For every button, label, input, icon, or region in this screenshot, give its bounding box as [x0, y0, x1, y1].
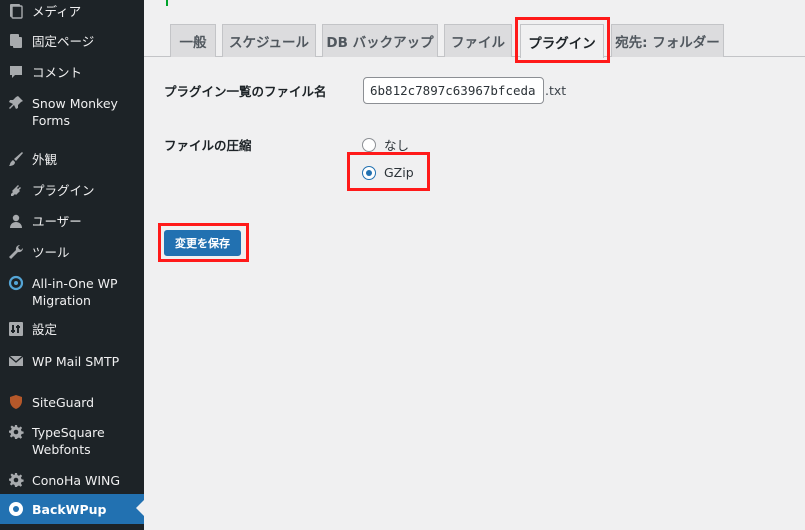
- tab-plugins[interactable]: プラグイン: [520, 24, 604, 58]
- sidebar-item-label: Snow Monkey Forms: [32, 96, 118, 128]
- settings-icon: [7, 320, 25, 338]
- compression-option-none[interactable]: なし: [362, 135, 409, 154]
- sidebar-item-label: 設定: [32, 322, 58, 337]
- sidebar-item-snow-monkey-forms[interactable]: Snow Monkey Forms: [0, 94, 144, 130]
- filename-suffix: .txt: [545, 83, 567, 98]
- tab-general[interactable]: 一般: [170, 24, 216, 57]
- sidebar-item-label: BackWPup: [32, 502, 107, 517]
- migration-icon: [7, 274, 25, 292]
- main-content: 一般 スケジュール DB バックアップ ファイル プラグイン 宛先: フォルダー…: [144, 0, 805, 530]
- media-icon: [7, 2, 25, 20]
- sidebar-item-typesquare-webfonts[interactable]: TypeSquare Webfonts: [0, 423, 144, 459]
- sidebar-item-plugins[interactable]: プラグイン: [0, 181, 144, 201]
- mail-icon: [7, 352, 25, 370]
- tab-schedule[interactable]: スケジュール: [222, 24, 316, 57]
- sidebar-item-label: All-in-One WP Migration: [32, 276, 118, 308]
- sidebar-item-label: ツール: [32, 245, 70, 260]
- radio-none[interactable]: [362, 137, 376, 152]
- sidebar-item-label: 外観: [32, 152, 58, 167]
- pin-icon: [7, 94, 25, 112]
- sidebar-item-settings[interactable]: 設定: [0, 320, 144, 340]
- compression-label: ファイルの圧縮: [164, 138, 252, 153]
- sidebar-item-comments[interactable]: コメント: [0, 63, 144, 83]
- sidebar-item-all-in-one-wp-migration[interactable]: All-in-One WP Migration: [0, 274, 144, 310]
- user-icon: [7, 212, 25, 230]
- sidebar-item-label: ConoHa WING: [32, 473, 121, 488]
- sidebar-item-label: ユーザー: [32, 214, 82, 229]
- radio-none-label: なし: [384, 138, 410, 153]
- save-changes-button[interactable]: 変更を保存: [164, 230, 241, 256]
- backwpup-icon: [7, 500, 25, 518]
- gear-icon: [7, 471, 25, 489]
- sidebar-item-backwpup[interactable]: BackWPup: [0, 494, 144, 524]
- filename-label: プラグイン一覧のファイル名: [164, 84, 327, 99]
- compression-option-gzip[interactable]: GZip: [362, 165, 414, 180]
- admin-sidebar: メディア 固定ページ コメント Snow Monkey Forms 外観 プラグ…: [0, 0, 144, 530]
- sidebar-item-wp-mail-smtp[interactable]: WP Mail SMTP: [0, 352, 144, 372]
- plugin-icon: [7, 181, 25, 199]
- wrench-icon: [7, 243, 25, 261]
- tab-files[interactable]: ファイル: [444, 24, 512, 57]
- filename-input[interactable]: 6b812c7897c63967bfceda: [363, 77, 544, 104]
- sidebar-item-label: WP Mail SMTP: [32, 354, 120, 369]
- sidebar-item-label: 固定ページ: [32, 34, 95, 49]
- sidebar-item-tools[interactable]: ツール: [0, 243, 144, 263]
- sidebar-item-appearance[interactable]: 外観: [0, 150, 144, 170]
- sidebar-item-media[interactable]: メディア: [0, 2, 144, 22]
- tab-bar: 一般 スケジュール DB バックアップ ファイル プラグイン 宛先: フォルダー: [144, 0, 805, 58]
- sidebar-item-label: メディア: [32, 4, 82, 19]
- sidebar-item-pages[interactable]: 固定ページ: [0, 32, 144, 52]
- tab-db-backup[interactable]: DB バックアップ: [322, 24, 438, 57]
- page-icon: [7, 32, 25, 50]
- sidebar-item-conoha-wing[interactable]: ConoHa WING: [0, 471, 144, 491]
- sidebar-item-siteguard[interactable]: SiteGuard: [0, 393, 144, 413]
- gear-icon: [7, 423, 25, 441]
- active-indicator: [136, 500, 144, 516]
- tab-destination-folder[interactable]: 宛先: フォルダー: [611, 24, 724, 57]
- comment-icon: [7, 63, 25, 81]
- sidebar-item-label: SiteGuard: [32, 395, 95, 410]
- brush-icon: [7, 150, 25, 168]
- radio-gzip[interactable]: [362, 165, 376, 180]
- sidebar-item-label: プラグイン: [32, 183, 95, 198]
- radio-gzip-label: GZip: [384, 165, 414, 180]
- sidebar-item-label: コメント: [32, 65, 83, 80]
- sidebar-item-users[interactable]: ユーザー: [0, 212, 144, 232]
- sidebar-item-label: TypeSquare Webfonts: [32, 425, 105, 457]
- shield-icon: [7, 393, 25, 411]
